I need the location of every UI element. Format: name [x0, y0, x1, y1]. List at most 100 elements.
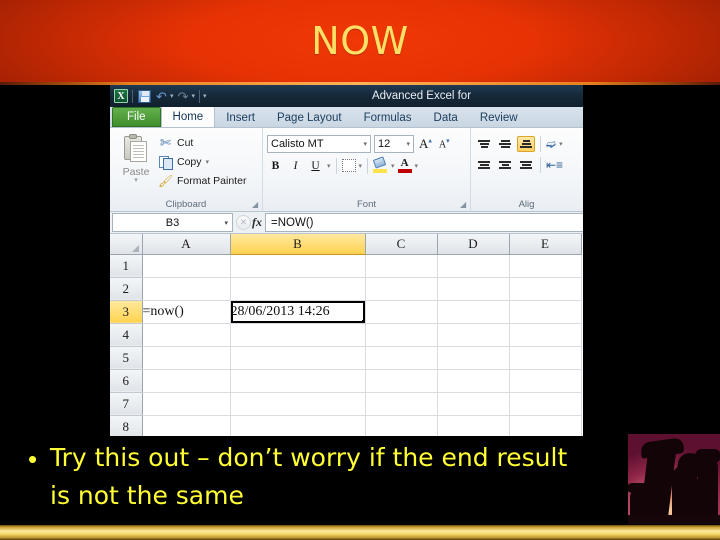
- save-icon[interactable]: [137, 89, 152, 104]
- row-header-6[interactable]: 6: [110, 369, 143, 393]
- cell-e1[interactable]: [509, 254, 582, 278]
- align-center-icon[interactable]: [496, 157, 514, 173]
- font-name-input[interactable]: Calisto MT ▾: [267, 135, 371, 153]
- cell-e4[interactable]: [509, 323, 582, 347]
- cell-c4[interactable]: [365, 323, 438, 347]
- name-box[interactable]: B3 ▾: [112, 213, 233, 232]
- underline-dropdown-icon[interactable]: ▾: [327, 162, 331, 170]
- cell-c6[interactable]: [365, 369, 438, 393]
- cell-c7[interactable]: [365, 392, 438, 416]
- cell-a6[interactable]: [142, 369, 231, 393]
- column-header-b[interactable]: B: [230, 234, 366, 255]
- paste-dropdown-icon[interactable]: ▾: [134, 177, 138, 184]
- format-painter-button[interactable]: 🖌 Format Painter: [158, 173, 246, 189]
- spreadsheet-grid[interactable]: A B C D E 1 2 3 =now() 28/06/2013 14:26 …: [110, 234, 583, 436]
- paste-button[interactable]: Paste ▾: [114, 131, 158, 197]
- cell-d2[interactable]: [437, 277, 510, 301]
- ribbon-tab-strip[interactable]: File Home Insert Page Layout Formulas Da…: [110, 106, 583, 128]
- cell-a1[interactable]: [142, 254, 231, 278]
- cell-e7[interactable]: [509, 392, 582, 416]
- align-left-icon[interactable]: [475, 157, 493, 173]
- cell-d1[interactable]: [437, 254, 510, 278]
- copy-button[interactable]: Copy ▾: [158, 154, 246, 170]
- redo-icon[interactable]: ↷: [176, 89, 191, 104]
- cell-d3[interactable]: [437, 300, 510, 324]
- cell-c2[interactable]: [365, 277, 438, 301]
- row-header-4[interactable]: 4: [110, 323, 143, 347]
- customize-qat-icon[interactable]: ▾: [203, 93, 207, 100]
- cell-c1[interactable]: [365, 254, 438, 278]
- cell-b8[interactable]: [230, 415, 366, 436]
- column-header-e[interactable]: E: [509, 234, 582, 255]
- align-top-icon[interactable]: [475, 136, 493, 152]
- tab-formulas[interactable]: Formulas: [353, 108, 423, 127]
- cell-a4[interactable]: [142, 323, 231, 347]
- cancel-formula-icon[interactable]: ✕: [236, 215, 251, 230]
- underline-button[interactable]: U: [307, 157, 324, 174]
- tab-data[interactable]: Data: [423, 108, 469, 127]
- cell-e2[interactable]: [509, 277, 582, 301]
- borders-dropdown-icon[interactable]: ▾: [359, 162, 363, 170]
- cell-d6[interactable]: [437, 369, 510, 393]
- bold-button[interactable]: B: [267, 157, 284, 174]
- font-size-input[interactable]: 12 ▾: [374, 135, 414, 153]
- undo-dropdown-icon[interactable]: ▾: [170, 93, 174, 100]
- tab-review[interactable]: Review: [469, 108, 529, 127]
- tab-file[interactable]: File: [112, 107, 161, 127]
- row-header-5[interactable]: 5: [110, 346, 143, 370]
- cell-b3[interactable]: 28/06/2013 14:26: [230, 300, 366, 324]
- cell-a8[interactable]: [142, 415, 231, 436]
- cut-button[interactable]: ✄ Cut: [158, 135, 246, 151]
- row-header-1[interactable]: 1: [110, 254, 143, 278]
- cell-b5[interactable]: [230, 346, 366, 370]
- column-header-d[interactable]: D: [437, 234, 510, 255]
- row-header-7[interactable]: 7: [110, 392, 143, 416]
- grow-font-button[interactable]: A▴: [417, 136, 434, 152]
- font-size-dropdown-icon[interactable]: ▾: [406, 140, 410, 148]
- font-dialog-launcher-icon[interactable]: ◢: [460, 201, 468, 209]
- align-bottom-icon[interactable]: [517, 136, 535, 152]
- fill-color-dropdown-icon[interactable]: ▾: [391, 162, 395, 170]
- font-color-icon[interactable]: A: [397, 157, 412, 173]
- shrink-font-button[interactable]: A▾: [437, 137, 452, 150]
- cell-d7[interactable]: [437, 392, 510, 416]
- cell-a3[interactable]: =now(): [142, 300, 231, 324]
- cell-b6[interactable]: [230, 369, 366, 393]
- cell-b7[interactable]: [230, 392, 366, 416]
- undo-icon[interactable]: ↶: [154, 89, 169, 104]
- copy-dropdown-icon[interactable]: ▾: [206, 158, 210, 166]
- tab-home[interactable]: Home: [160, 106, 216, 127]
- cell-d4[interactable]: [437, 323, 510, 347]
- insert-function-icon[interactable]: fx: [252, 215, 262, 230]
- cell-d8[interactable]: [437, 415, 510, 436]
- cell-a7[interactable]: [142, 392, 231, 416]
- cell-b2[interactable]: [230, 277, 366, 301]
- decrease-indent-icon[interactable]: ⇤≡: [546, 157, 563, 173]
- cell-b4[interactable]: [230, 323, 366, 347]
- quick-access-toolbar[interactable]: X ↶ ▾ ↷ ▾ ▾: [114, 89, 207, 104]
- cell-c3[interactable]: [365, 300, 438, 324]
- cell-e8[interactable]: [509, 415, 582, 436]
- cell-e3[interactable]: [509, 300, 582, 324]
- row-header-3[interactable]: 3: [110, 300, 143, 324]
- fill-color-icon[interactable]: [372, 156, 388, 173]
- cell-e5[interactable]: [509, 346, 582, 370]
- column-header-a[interactable]: A: [142, 234, 231, 255]
- font-color-dropdown-icon[interactable]: ▾: [415, 162, 419, 170]
- name-box-dropdown-icon[interactable]: ▾: [224, 219, 228, 227]
- excel-application-window[interactable]: X ↶ ▾ ↷ ▾ ▾ Advanced Excel for File Home…: [110, 85, 583, 436]
- fill-handle[interactable]: [361, 319, 364, 322]
- clipboard-dialog-launcher-icon[interactable]: ◢: [252, 201, 260, 209]
- cell-c5[interactable]: [365, 346, 438, 370]
- orientation-dropdown-icon[interactable]: ▾: [559, 140, 563, 148]
- italic-button[interactable]: I: [287, 157, 304, 174]
- orientation-icon[interactable]: ➫: [546, 136, 556, 152]
- borders-icon[interactable]: [341, 159, 356, 172]
- cell-b1[interactable]: [230, 254, 366, 278]
- cell-c8[interactable]: [365, 415, 438, 436]
- align-right-icon[interactable]: [517, 157, 535, 173]
- align-middle-icon[interactable]: [496, 136, 514, 152]
- row-header-2[interactable]: 2: [110, 277, 143, 301]
- cell-a2[interactable]: [142, 277, 231, 301]
- select-all-corner[interactable]: [110, 234, 143, 255]
